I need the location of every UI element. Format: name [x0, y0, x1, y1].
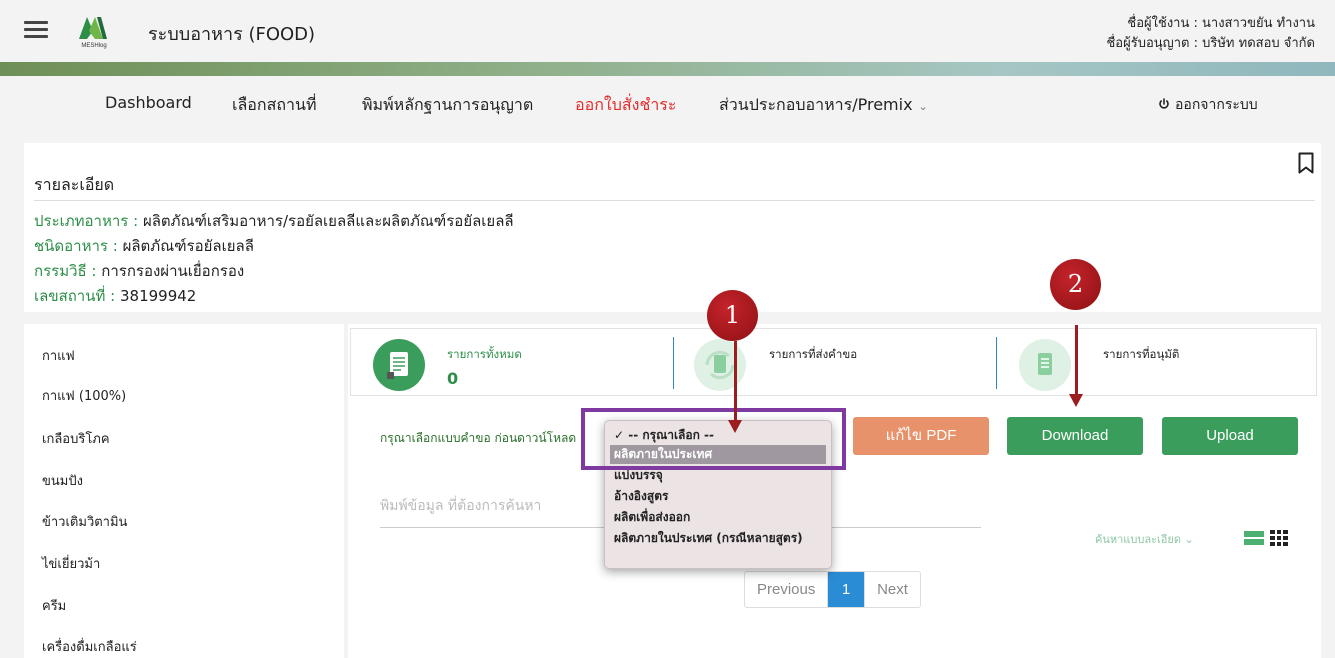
detail-key: ชนิดอาหาร : — [34, 237, 118, 255]
refresh-document-icon — [694, 339, 746, 391]
bookmark-icon[interactable] — [1298, 152, 1314, 174]
sidebar-item[interactable]: ข้าวเติมวิตามิน — [42, 511, 127, 532]
licensee-name: ชื่อผู้รับอนุญาต : บริษัท ทดสอบ จำกัด — [1106, 36, 1315, 51]
hamburger-icon[interactable] — [24, 21, 48, 43]
power-icon — [1159, 98, 1169, 109]
category-sidebar: กาแฟ กาแฟ (100%) เกลือบริโภค ขนมปัง ข้าว… — [24, 324, 344, 658]
pagination-next[interactable]: Next — [864, 572, 920, 607]
user-info: ชื่อผู้ใช้งาน : นางสาวขยัน ทำงาน ชื่อผู้… — [1106, 14, 1315, 54]
annotation-arrow-2 — [1075, 325, 1078, 396]
detail-value: ผลิตภัณฑ์เสริมอาหาร/รอยัลเยลลีและผลิตภัณ… — [142, 212, 514, 230]
annotation-arrow-1 — [734, 341, 737, 422]
sidebar-item[interactable]: ครีม — [42, 595, 66, 616]
sidebar-item[interactable]: ไข่เยี่ยวม้า — [42, 553, 100, 574]
annotation-highlight-box — [581, 408, 846, 470]
detail-value: ผลิตภัณฑ์รอยัลเยลลี — [122, 237, 254, 255]
stat-all[interactable]: รายการทั้งหมด 0 — [351, 329, 671, 395]
approved-document-icon — [1019, 339, 1071, 391]
stat-all-count: 0 — [447, 369, 459, 388]
nav-payment-order[interactable]: ออกใบสั่งชำระ — [575, 93, 676, 118]
dropdown-option[interactable]: ผลิตเพื่อส่งออก — [610, 508, 826, 527]
sidebar-item[interactable]: เกลือบริโภค — [42, 428, 110, 449]
logout-label: ออกจากระบบ — [1175, 97, 1258, 113]
sidebar-item[interactable]: กาแฟ — [42, 345, 75, 366]
stat-approved[interactable]: รายการที่อนุมัติ — [997, 329, 1317, 395]
stat-all-label: รายการทั้งหมด — [447, 347, 522, 361]
main-panel: รายการทั้งหมด 0 รายการที่ส่งคำขอ รายการท… — [348, 324, 1321, 658]
pagination: Previous 1 Next — [744, 571, 921, 608]
nav-food-ingredients[interactable]: ส่วนประกอบอาหาร/Premix ⌄ — [719, 93, 928, 118]
detail-key: กรรมวิธี : — [34, 262, 97, 280]
form-type-prompt: กรุณาเลือกแบบคำขอ ก่อนดาวน์โหลด — [380, 431, 577, 445]
user-name: ชื่อผู้ใช้งาน : นางสาวขยัน ทำงาน — [1127, 16, 1315, 31]
detail-row-food-type: ประเภทอาหาร : ผลิตภัณฑ์เสริมอาหาร/รอยัลเ… — [34, 209, 514, 233]
detail-value: การกรองผ่านเยื่อกรอง — [101, 262, 245, 280]
dropdown-option[interactable]: ผลิตภายในประเทศ (กรณีหลายสูตร) — [610, 529, 826, 548]
advanced-search-toggle[interactable]: ค้นหาแบบละเอียด ⌄ — [1095, 530, 1194, 548]
upload-button[interactable]: Upload — [1162, 417, 1298, 455]
logo-text: MESHlog — [81, 43, 106, 49]
nav-select-location[interactable]: เลือกสถานที่ — [232, 93, 317, 118]
pagination-previous[interactable]: Previous — [745, 572, 828, 607]
header-stripe — [0, 62, 1335, 76]
detail-row-location-number: เลขสถานที่ : 38199942 — [34, 284, 196, 308]
app-title: ระบบอาหาร (FOOD) — [148, 24, 316, 45]
logout-button[interactable]: ออกจากระบบ — [1158, 94, 1258, 116]
list-view-icon[interactable] — [1244, 531, 1264, 545]
sidebar-item[interactable]: ขนมปัง — [42, 470, 83, 491]
detail-key: ประเภทอาหาร : — [34, 212, 139, 230]
main-nav: Dashboard เลือกสถานที่ พิมพ์หลักฐานการอน… — [0, 76, 1335, 128]
annotation-marker-2: 2 — [1050, 259, 1101, 310]
sidebar-item[interactable]: กาแฟ (100%) — [42, 385, 126, 406]
annotation-arrowhead-1 — [728, 420, 742, 433]
dropdown-option[interactable]: อ้างอิงสูตร — [610, 487, 826, 506]
top-bar: MESHlog ระบบอาหาร (FOOD) ชื่อผู้ใช้งาน :… — [0, 0, 1335, 68]
detail-heading: รายละเอียด — [34, 175, 115, 194]
stat-approved-label: รายการที่อนุมัติ — [1103, 347, 1180, 361]
detail-row-process: กรรมวิธี : การกรองผ่านเยื่อกรอง — [34, 259, 244, 283]
stats-row: รายการทั้งหมด 0 รายการที่ส่งคำขอ รายการท… — [350, 328, 1317, 396]
detail-divider — [34, 200, 1315, 201]
chevron-down-icon: ⌄ — [918, 100, 928, 113]
download-button[interactable]: Download — [1007, 417, 1143, 455]
detail-row-food-kind: ชนิดอาหาร : ผลิตภัณฑ์รอยัลเยลลี — [34, 234, 254, 258]
detail-key: เลขสถานที่ : — [34, 287, 116, 305]
meshlog-logo: MESHlog — [73, 11, 115, 49]
edit-pdf-button[interactable]: แก้ไข PDF — [853, 417, 989, 455]
nav-print-license[interactable]: พิมพ์หลักฐานการอนุญาต — [362, 93, 533, 118]
nav-food-ingredients-label: ส่วนประกอบอาหาร/Premix — [719, 95, 913, 114]
pagination-page-1[interactable]: 1 — [828, 572, 864, 607]
annotation-marker-1: 1 — [707, 290, 758, 341]
grid-view-icon[interactable] — [1270, 530, 1288, 546]
detail-value: 38199942 — [119, 287, 197, 305]
stat-submitted-label: รายการที่ส่งคำขอ — [769, 347, 858, 361]
nav-dashboard[interactable]: Dashboard — [105, 93, 192, 112]
sidebar-item[interactable]: เครื่องดื่มเกลือแร่ — [42, 636, 137, 657]
annotation-arrowhead-2 — [1069, 394, 1083, 407]
detail-card: รายละเอียด ประเภทอาหาร : ผลิตภัณฑ์เสริมอ… — [24, 143, 1321, 312]
document-icon — [373, 339, 425, 391]
